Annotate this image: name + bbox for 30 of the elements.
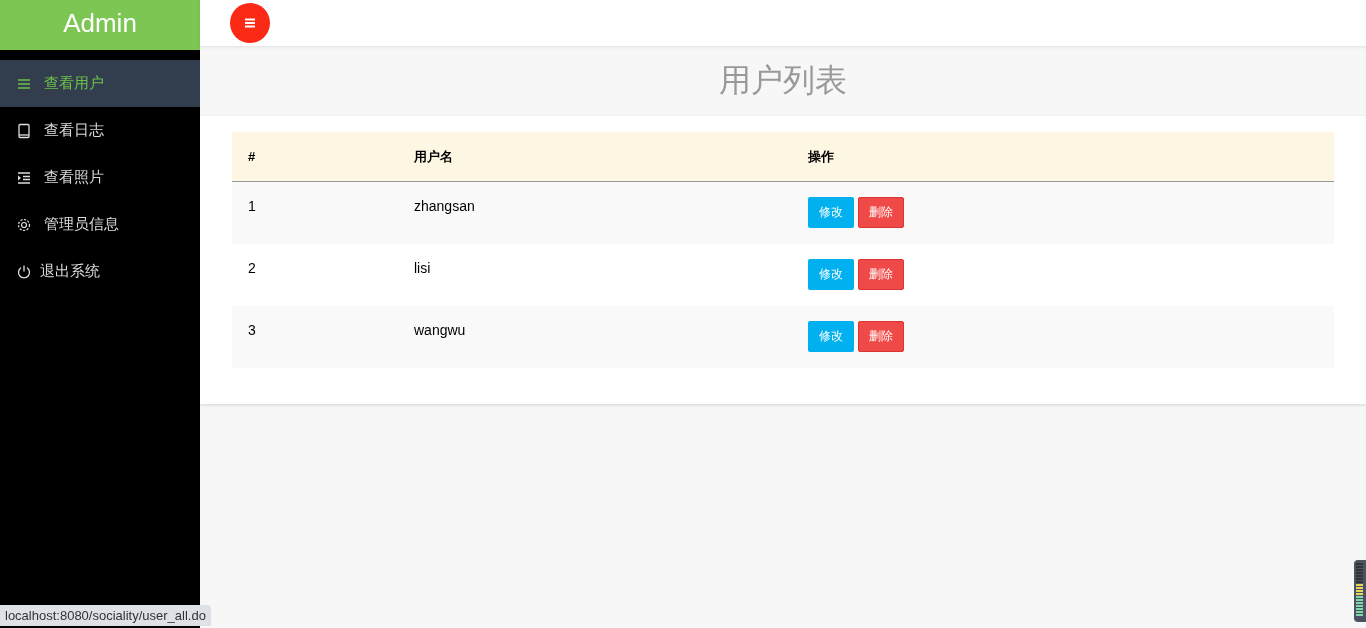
menu-icon bbox=[244, 17, 256, 29]
settings-icon bbox=[16, 216, 32, 233]
sidebar-item[interactable]: 查看照片 bbox=[0, 154, 200, 201]
table-cell: 3 bbox=[232, 306, 398, 368]
column-header: 操作 bbox=[792, 132, 1334, 182]
table-cell: 1 bbox=[232, 181, 398, 244]
table-cell: lisi bbox=[398, 244, 792, 306]
admin-logo: Admin bbox=[0, 0, 200, 50]
edit-button[interactable]: 修改 bbox=[808, 321, 854, 352]
delete-button[interactable]: 删除 bbox=[858, 321, 904, 352]
table-cell: wangwu bbox=[398, 306, 792, 368]
meter-widget-drawing bbox=[1354, 560, 1366, 622]
table-cell: zhangsan bbox=[398, 181, 792, 244]
sidebar-item[interactable]: 退出系统 bbox=[0, 248, 200, 295]
edit-button[interactable]: 修改 bbox=[808, 197, 854, 228]
menu-toggle-button[interactable] bbox=[230, 3, 270, 43]
book-icon bbox=[16, 122, 32, 139]
sidebar-item[interactable]: 管理员信息 bbox=[0, 201, 200, 248]
delete-button[interactable]: 删除 bbox=[858, 197, 904, 228]
status-url: localhost:8080/sociality/user_all.do bbox=[0, 605, 211, 626]
edit-button[interactable]: 修改 bbox=[808, 259, 854, 290]
power-icon bbox=[16, 263, 32, 280]
delete-button[interactable]: 删除 bbox=[858, 259, 904, 290]
column-header: 用户名 bbox=[398, 132, 792, 182]
page-title: 用户列表 bbox=[719, 60, 847, 101]
table-cell: 2 bbox=[232, 244, 398, 306]
indent-icon bbox=[16, 169, 32, 186]
sidebar-item[interactable]: 查看日志 bbox=[0, 107, 200, 154]
column-header: # bbox=[232, 132, 398, 182]
sidebar-item[interactable]: 查看用户 bbox=[0, 60, 200, 107]
